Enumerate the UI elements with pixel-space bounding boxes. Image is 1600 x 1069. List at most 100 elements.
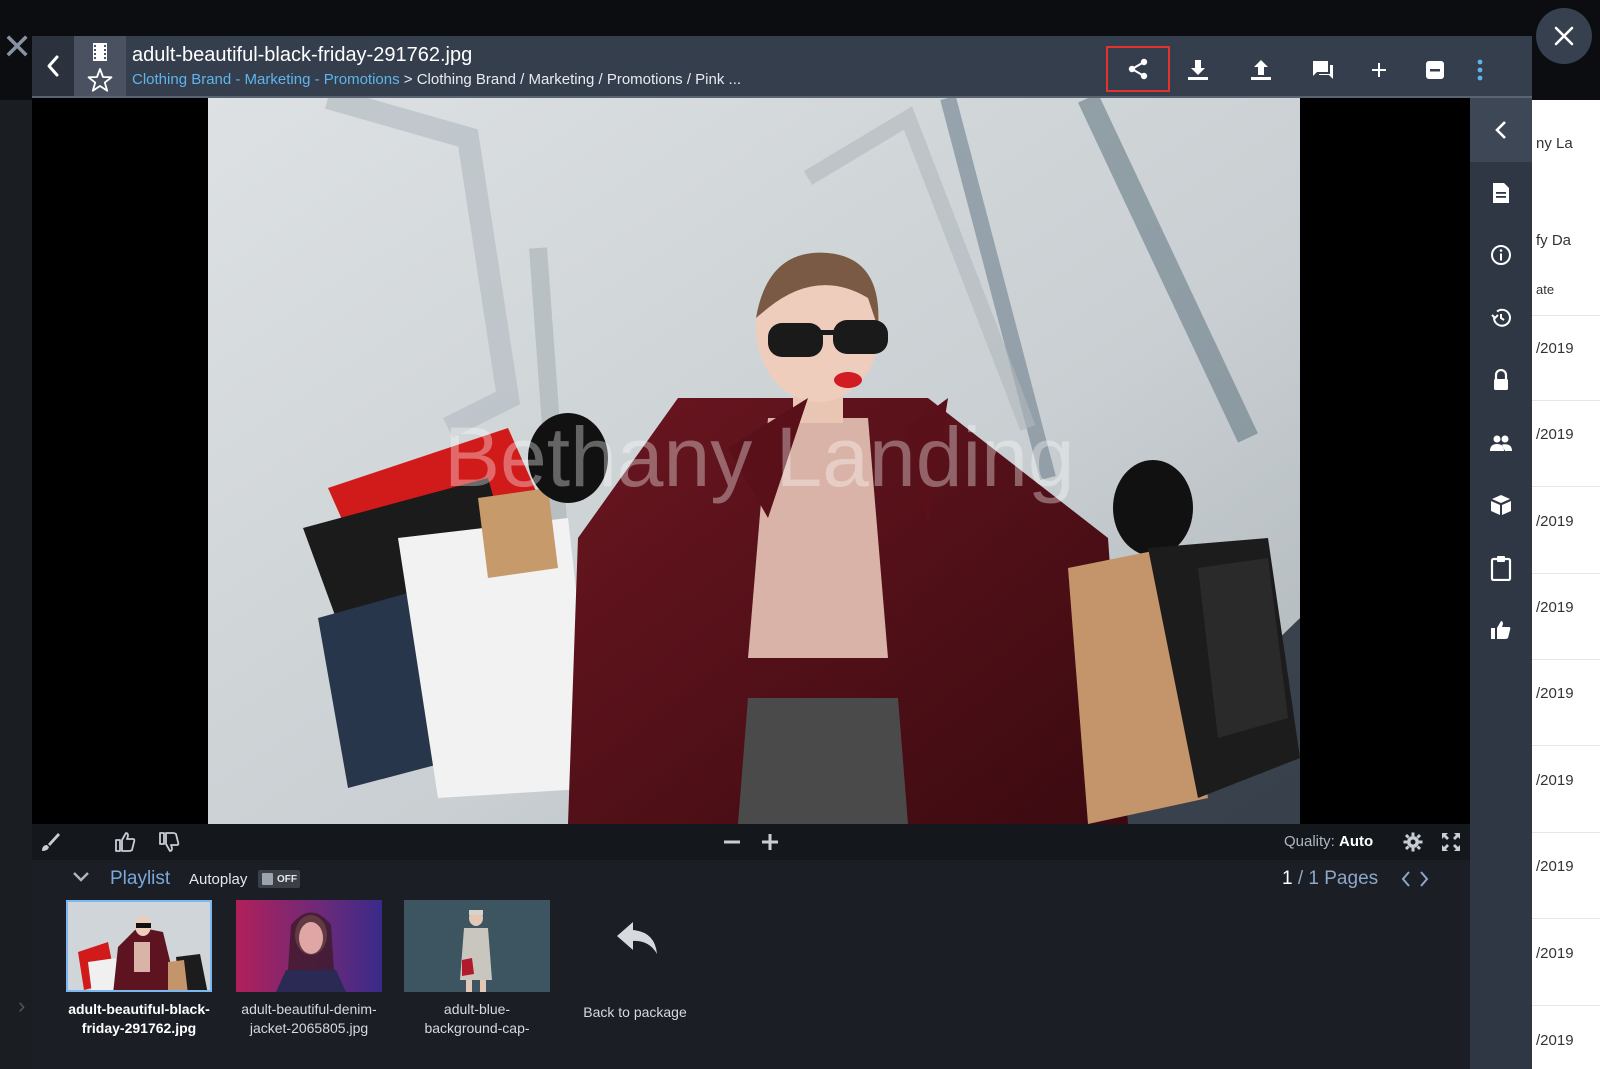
autoplay-toggle[interactable]: OFF xyxy=(258,870,300,888)
playlist-thumbnail[interactable] xyxy=(236,900,382,992)
autoplay-label: Autoplay xyxy=(189,871,248,888)
permissions-button[interactable] xyxy=(1470,353,1532,407)
playlist-title: Playlist xyxy=(110,868,171,889)
collapse-playlist-button[interactable] xyxy=(72,870,90,888)
background-text: /2019 xyxy=(1536,513,1574,530)
thumbnail-label: adult-beautiful-black- friday-291762.jpg xyxy=(68,1001,210,1036)
zoom-in-button[interactable] xyxy=(758,830,782,854)
clipboard-button[interactable] xyxy=(1470,541,1532,595)
background-text: /2019 xyxy=(1536,945,1574,962)
thumbnail-image xyxy=(236,900,382,992)
fullscreen-button[interactable] xyxy=(1439,830,1463,854)
background-text: /2019 xyxy=(1536,340,1574,357)
back-button[interactable] xyxy=(32,36,74,96)
thumbs-up-icon xyxy=(1491,621,1511,639)
autoplay-state: OFF xyxy=(277,873,297,885)
quality-label: Quality: xyxy=(1284,833,1335,850)
minus-icon xyxy=(724,840,740,844)
breadcrumb-link[interactable]: Clothing Brand - Marketing - Promotions xyxy=(132,71,400,88)
expand-panel-button[interactable] xyxy=(1470,98,1532,162)
users-button[interactable] xyxy=(1470,416,1532,470)
info-button[interactable] xyxy=(1470,228,1532,282)
app-logo-icon: ✕ xyxy=(2,27,33,68)
share-icon xyxy=(1128,58,1148,80)
viewer-header: adult-beautiful-black-friday-291762.jpg … xyxy=(32,36,1532,98)
background-text: fy Da xyxy=(1536,232,1572,249)
history-button[interactable] xyxy=(1470,291,1532,345)
upload-button[interactable] xyxy=(1229,47,1293,93)
add-button[interactable] xyxy=(1347,47,1411,93)
fullscreen-icon xyxy=(1442,833,1460,851)
reply-arrow-icon xyxy=(617,922,657,954)
thumbnail-label: adult-beautiful-denim- jacket-2065805.jp… xyxy=(241,1001,377,1036)
asset-type-box xyxy=(74,36,126,96)
document-icon xyxy=(1493,183,1509,203)
zoom-out-button[interactable] xyxy=(720,830,744,854)
chevron-right-icon xyxy=(1420,871,1429,887)
side-rail xyxy=(1470,98,1532,1069)
minus-box-icon xyxy=(1426,61,1444,79)
close-icon xyxy=(1554,26,1574,46)
download-icon xyxy=(1188,60,1208,80)
box-icon xyxy=(1491,495,1511,515)
share-button[interactable] xyxy=(1106,46,1170,92)
toggle-knob xyxy=(262,873,273,885)
thumbs-up-icon xyxy=(115,832,136,852)
dislike-button[interactable] xyxy=(157,830,181,854)
close-button[interactable] xyxy=(1536,8,1592,64)
more-vertical-icon xyxy=(1477,59,1483,81)
watermark-text: Bethany Landing xyxy=(444,410,1075,504)
background-text: /2019 xyxy=(1536,772,1574,789)
info-icon xyxy=(1491,245,1511,265)
page-total: / 1 Pages xyxy=(1292,868,1379,889)
background-text: /2019 xyxy=(1536,858,1574,875)
asset-viewer: adult-beautiful-black-friday-291762.jpg … xyxy=(32,36,1532,1069)
settings-button[interactable] xyxy=(1401,830,1425,854)
page-current: 1 xyxy=(1282,868,1293,889)
gear-icon xyxy=(1403,832,1423,852)
fashion-photo: Bethany Landing xyxy=(208,98,1300,824)
brush-icon xyxy=(42,833,60,851)
comments-icon xyxy=(1313,61,1333,79)
chevron-left-icon xyxy=(1495,121,1506,139)
favorite-star-icon[interactable] xyxy=(87,67,113,93)
background-text: /2019 xyxy=(1536,426,1574,443)
plus-icon xyxy=(762,834,778,850)
quality-selector[interactable]: Quality: Auto xyxy=(1284,833,1373,850)
breadcrumb-path: > Clothing Brand / Marketing / Promotion… xyxy=(399,71,742,88)
packages-button[interactable] xyxy=(1470,478,1532,532)
plus-icon xyxy=(1372,63,1386,77)
background-text: /2019 xyxy=(1536,685,1574,702)
file-title: adult-beautiful-black-friday-291762.jpg xyxy=(132,44,473,66)
download-button[interactable] xyxy=(1166,47,1230,93)
preview-image: Bethany Landing xyxy=(208,98,1300,824)
background-text: /2019 xyxy=(1536,1032,1574,1049)
background-details-panel: ny La fy Da ate /2019 /2019 /2019 /2019 … xyxy=(1532,100,1600,1069)
thumbnail-label: adult-blue- background-cap- xyxy=(424,1001,530,1036)
page-indicator: 1 / 1 Pages xyxy=(1282,868,1378,890)
film-icon xyxy=(93,43,107,61)
back-to-package-label[interactable]: Back to package xyxy=(580,1004,690,1020)
previous-page-button[interactable] xyxy=(1400,870,1412,893)
background-text: ate xyxy=(1536,282,1555,297)
like-button[interactable] xyxy=(113,830,137,854)
chevron-left-icon xyxy=(1401,871,1410,887)
playlist-thumbnail[interactable] xyxy=(66,900,212,992)
lock-icon xyxy=(1494,369,1508,390)
details-button[interactable] xyxy=(1470,166,1532,220)
back-to-package-button[interactable] xyxy=(582,920,692,961)
clipboard-icon xyxy=(1490,556,1512,581)
approvals-button[interactable] xyxy=(1470,603,1532,657)
playlist-thumbnail[interactable] xyxy=(404,900,550,992)
viewer-toolbar: Quality: Auto xyxy=(32,824,1470,860)
quality-value: Auto xyxy=(1339,833,1374,850)
thumbnail-image xyxy=(68,902,210,990)
annotate-button[interactable] xyxy=(38,830,62,854)
chevron-left-icon xyxy=(47,55,59,77)
background-text: /2019 xyxy=(1536,599,1574,616)
more-options-button[interactable] xyxy=(1448,47,1512,93)
chevron-right-icon: › xyxy=(18,993,26,1018)
next-page-button[interactable] xyxy=(1418,870,1430,893)
comments-button[interactable] xyxy=(1291,47,1355,93)
playlist-panel: Playlist Autoplay OFF 1 / 1 Pages adult-… xyxy=(32,860,1470,1069)
